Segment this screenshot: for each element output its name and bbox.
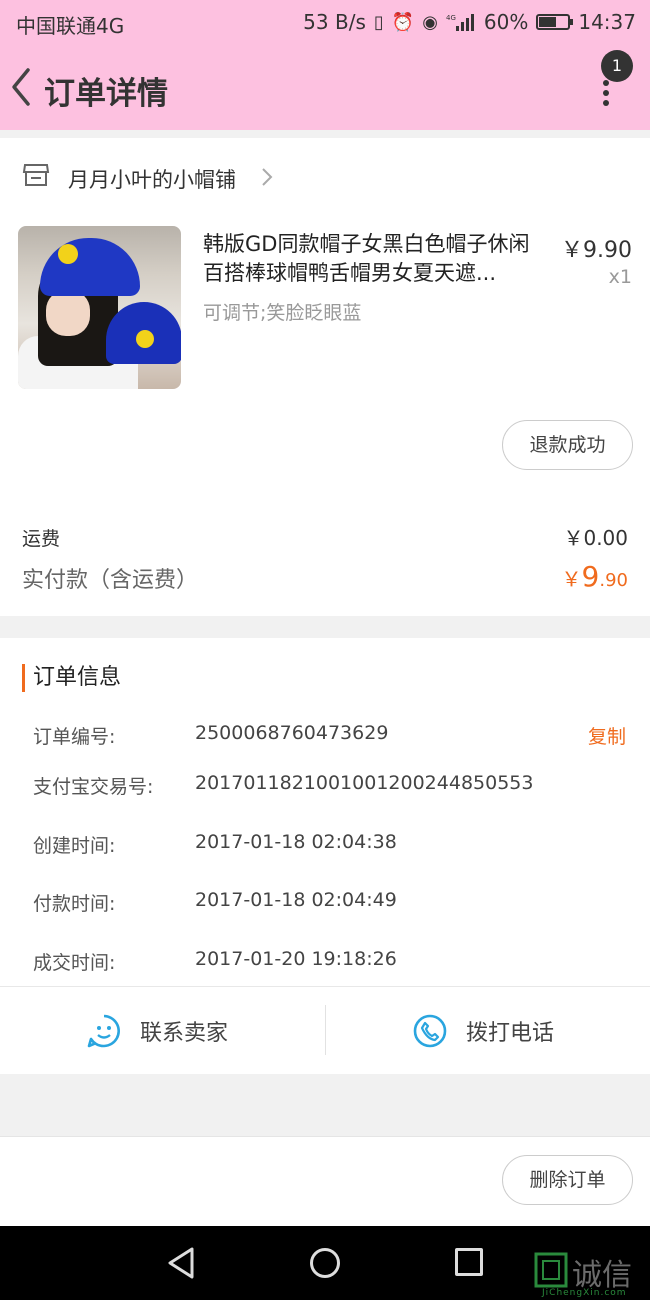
product-price: ￥9.90: [561, 238, 632, 263]
contact-bar: 联系卖家 拨打电话: [0, 986, 650, 1074]
battery-percent: 60%: [483, 10, 529, 34]
battery-fill: [539, 17, 557, 27]
clock: 14:37: [578, 10, 636, 34]
nav-home-icon[interactable]: [310, 1248, 340, 1278]
paid-decimal: .90: [599, 570, 628, 591]
carrier-label: 中国联通4G: [16, 14, 125, 38]
call-phone-button[interactable]: 拨打电话: [412, 1009, 554, 1053]
vibrate-icon: ▯: [373, 11, 384, 33]
header-bar: 订单详情 1: [0, 46, 650, 130]
battery-icon: [536, 14, 574, 30]
divider: [325, 1005, 326, 1055]
info-label: 创建时间:: [33, 835, 116, 857]
order-card: 月月小叶的小帽铺 韩版GD同款帽子女黑白色帽子休闲百搭棒球帽鸭舌帽男女夏天遮..…: [0, 138, 650, 616]
network-speed: 53 B/s: [303, 10, 366, 34]
chevron-right-icon: [262, 168, 273, 186]
face-shape: [46, 290, 90, 336]
delete-order-button[interactable]: 删除订单: [502, 1155, 633, 1205]
eye-icon: ◉: [422, 11, 438, 33]
alarm-icon: ⏰: [391, 11, 415, 33]
section-title: 订单信息: [22, 664, 121, 692]
status-bar: 中国联通4G 53 B/s ▯ ⏰ ◉ 4G 60% 14:37: [0, 0, 650, 46]
info-value: 2017011821001001200244850553: [195, 772, 534, 794]
smiley-icon: [136, 330, 154, 348]
back-arrow-icon[interactable]: [6, 64, 36, 110]
shop-row[interactable]: 月月小叶的小帽铺: [0, 138, 650, 218]
status-icons: 53 B/s ▯ ⏰ ◉ 4G 60% 14:37: [303, 10, 636, 34]
product-image[interactable]: [18, 226, 181, 389]
contact-seller-label: 联系卖家: [140, 1021, 229, 1046]
cap-shape: [40, 238, 140, 296]
more-dot-icon: [603, 80, 609, 86]
watermark-subtext: JiChengXin.com: [542, 1288, 627, 1298]
more-dot-icon: [603, 100, 609, 106]
svg-text:4G: 4G: [446, 14, 456, 22]
order-info-card: 订单信息 订单编号: 2500068760473629 复制 支付宝交易号: 2…: [0, 638, 650, 1074]
shop-name: 月月小叶的小帽铺: [68, 168, 236, 192]
info-label: 成交时间:: [33, 952, 116, 974]
contact-seller-button[interactable]: 联系卖家: [86, 1009, 228, 1053]
phone-icon: [413, 1014, 447, 1048]
nav-recent-icon[interactable]: [455, 1248, 483, 1276]
more-dot-icon: [603, 90, 609, 96]
copy-button[interactable]: 复制: [588, 722, 626, 749]
watermark-logo: 诚信 JiChengXin.com: [532, 1248, 648, 1298]
info-value: 2017-01-18 02:04:38: [195, 831, 397, 853]
info-value: 2500068760473629: [195, 722, 389, 744]
call-phone-label: 拨打电话: [466, 1021, 555, 1046]
shipping-label: 运费: [22, 528, 61, 550]
info-value: 2017-01-20 19:18:26: [195, 948, 397, 970]
bottom-action-bar: 删除订单: [0, 1136, 650, 1226]
paid-integer: 9: [581, 560, 600, 593]
info-value: 2017-01-18 02:04:49: [195, 889, 397, 911]
nav-back-icon[interactable]: [166, 1246, 196, 1280]
info-label: 付款时间:: [33, 893, 116, 915]
store-icon: [22, 164, 50, 186]
product-quantity: x1: [608, 266, 632, 288]
watermark-seal-icon: [534, 1252, 568, 1288]
paid-label: 实付款（含运费）: [22, 568, 199, 593]
smiley-icon: [58, 244, 78, 264]
chat-face-icon: [87, 1014, 120, 1048]
product-title[interactable]: 韩版GD同款帽子女黑白色帽子休闲百搭棒球帽鸭舌帽男女夏天遮...: [203, 230, 548, 288]
info-label: 支付宝交易号:: [33, 776, 154, 798]
paid-currency: ￥: [561, 567, 582, 591]
product-spec: 可调节;笑脸眨眼蓝: [203, 302, 362, 324]
refund-status-button[interactable]: 退款成功: [502, 420, 633, 470]
info-label: 订单编号:: [33, 726, 116, 748]
notification-badge: 1: [601, 50, 633, 82]
page-title: 订单详情: [44, 76, 168, 112]
shipping-value: ￥0.00: [563, 526, 628, 550]
paid-amount: ￥9.90: [562, 560, 628, 593]
signal-icon: 4G: [446, 14, 474, 31]
